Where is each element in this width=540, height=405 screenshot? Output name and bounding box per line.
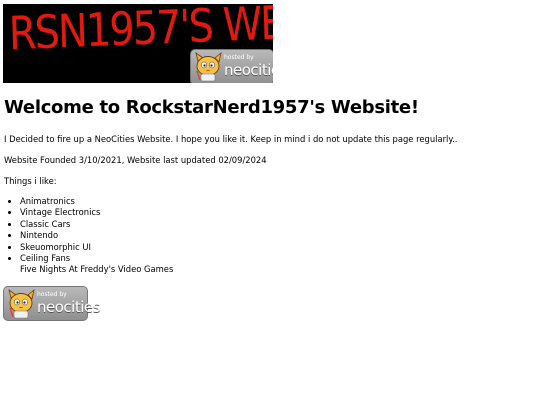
- page-title: Welcome to RockstarNerd1957's Website!: [4, 97, 419, 118]
- neocities-brand: neocities: [224, 61, 273, 79]
- founded-text: Website Founded 3/10/2021, Website last …: [4, 155, 267, 165]
- neocities-cat-icon: [8, 288, 35, 319]
- likes-list: Animatronics Vintage Electronics Classic…: [4, 196, 173, 276]
- list-item: Animatronics: [20, 196, 173, 207]
- intro-text: I Decided to fire up a NeoCities Website…: [4, 134, 458, 144]
- list-item: Five Nights At Freddy's Video Games: [20, 264, 174, 275]
- list-item: Nintendo: [20, 230, 173, 241]
- hosted-by-label: hosted by: [37, 291, 67, 298]
- list-item: Ceiling Fans: [20, 253, 173, 264]
- hosted-by-label: hosted by: [224, 54, 254, 61]
- neocities-cat-icon: [195, 51, 222, 82]
- likes-label: Things i like:: [4, 176, 57, 186]
- site-banner: RSN1957'S WEBSITE! hosted by neocities: [3, 4, 273, 83]
- list-item: Classic Cars: [20, 219, 173, 230]
- list-item: Vintage Electronics: [20, 207, 173, 218]
- list-item: Skeuomorphic UI: [20, 242, 173, 253]
- neocities-badge-top[interactable]: hosted by neocities: [190, 49, 273, 83]
- neocities-badge-bottom[interactable]: hosted by neocities: [3, 286, 100, 321]
- neocities-brand: neocities: [37, 298, 100, 316]
